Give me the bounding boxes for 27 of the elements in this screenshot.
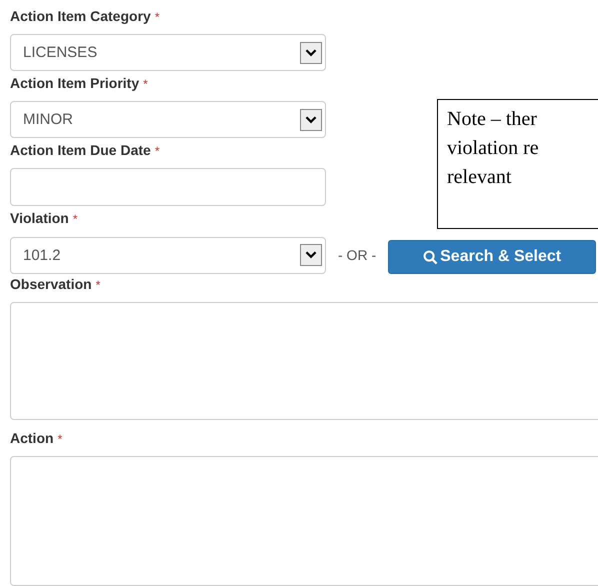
required-mark: *	[154, 144, 160, 158]
select-field[interactable]: MINOR	[10, 101, 326, 138]
field-label: Action	[10, 430, 54, 446]
date-field[interactable]	[10, 168, 326, 206]
select-field[interactable]: 101.2	[10, 236, 326, 274]
required-mark: *	[154, 10, 160, 24]
required-mark: *	[96, 278, 100, 292]
chevron-icon	[300, 244, 322, 266]
field-label: Violation	[10, 210, 69, 226]
or-separator: - OR -	[338, 247, 376, 263]
field-label: Action Item Due Date	[10, 142, 151, 158]
field-label: Action Item Category	[10, 8, 151, 24]
note-text: violation re	[447, 136, 540, 161]
note-text: relevant	[447, 165, 512, 190]
note-text: Note – ther	[447, 107, 538, 132]
text-area[interactable]	[10, 456, 598, 586]
search-select-button[interactable]: Search & Select	[388, 240, 596, 274]
required-mark: *	[143, 77, 148, 91]
required-mark: *	[72, 212, 78, 226]
field-label: Action Item Priority	[10, 75, 140, 91]
required-mark: *	[58, 432, 62, 446]
field-label: Observation	[10, 276, 92, 292]
select-field[interactable]: LICENSES	[10, 34, 326, 71]
text-area[interactable]	[10, 302, 598, 420]
chevron-icon	[300, 42, 322, 64]
chevron-icon	[300, 108, 322, 130]
search-icon	[423, 250, 438, 264]
